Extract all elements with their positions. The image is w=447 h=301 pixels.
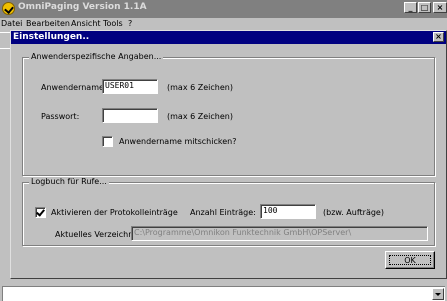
directory-label: Aktuelles Verzeichnis:: [55, 230, 143, 239]
count-input[interactable]: 100: [260, 204, 316, 219]
password-hint: (max 6 Zeichen): [167, 112, 233, 121]
ok-button[interactable]: OK: [385, 251, 435, 269]
close-button[interactable]: ×: [433, 2, 447, 13]
dialog-titlebar: Einstellungen.. ×: [11, 31, 446, 44]
menu-ansicht[interactable]: Ansicht: [71, 18, 101, 29]
minimize-button[interactable]: _: [404, 2, 417, 13]
activate-log-checkbox[interactable]: [35, 207, 46, 218]
password-label: Passwort:: [41, 112, 80, 121]
count-label: Anzahl Einträge:: [190, 208, 256, 217]
status-dropdown[interactable]: [2, 286, 445, 301]
ok-button-label: OK: [389, 255, 431, 265]
dialog-title: Einstellungen..: [13, 32, 90, 42]
maximize-button[interactable]: □: [418, 2, 431, 13]
log-settings-group: Logbuch für Rufe... Aktivieren der Proto…: [22, 177, 435, 246]
dialog-close-button[interactable]: ×: [433, 32, 444, 42]
user-settings-group: Anwenderspezifische Angaben... Anwendern…: [22, 52, 435, 176]
send-name-label: Anwendername mitschicken?: [119, 137, 237, 146]
main-window-edge: [0, 30, 10, 280]
settings-dialog: Einstellungen.. × Anwenderspezifische An…: [10, 30, 447, 279]
send-name-checkbox[interactable]: [102, 136, 113, 147]
directory-field: C:\Programme\Omnikon Funktechnik GmbH\OP…: [131, 226, 428, 241]
username-label: Anwendername:: [41, 83, 107, 92]
menu-datei[interactable]: Datei: [1, 18, 22, 29]
activate-log-label: Aktivieren der Protokolleinträge: [51, 208, 178, 217]
log-settings-legend: Logbuch für Rufe...: [29, 177, 109, 186]
username-input[interactable]: USER01: [102, 79, 158, 94]
count-hint: (bzw. Aufträge): [323, 208, 384, 217]
menubar: Datei Bearbeiten Ansicht Tools ?: [0, 18, 447, 29]
main-window-titlebar: OmniPaging Version 1.1A _ □ ×: [0, 0, 447, 18]
menu-help[interactable]: ?: [128, 18, 132, 29]
password-input[interactable]: [102, 108, 158, 123]
user-settings-legend: Anwenderspezifische Angaben...: [29, 52, 164, 61]
main-window-title: OmniPaging Version 1.1A: [18, 2, 147, 12]
app-icon: [2, 2, 15, 15]
menu-bearbeiten[interactable]: Bearbeiten: [26, 18, 70, 29]
chevron-down-icon[interactable]: [432, 288, 444, 300]
username-hint: (max 6 Zeichen): [167, 83, 233, 92]
menu-tools[interactable]: Tools: [103, 18, 123, 29]
